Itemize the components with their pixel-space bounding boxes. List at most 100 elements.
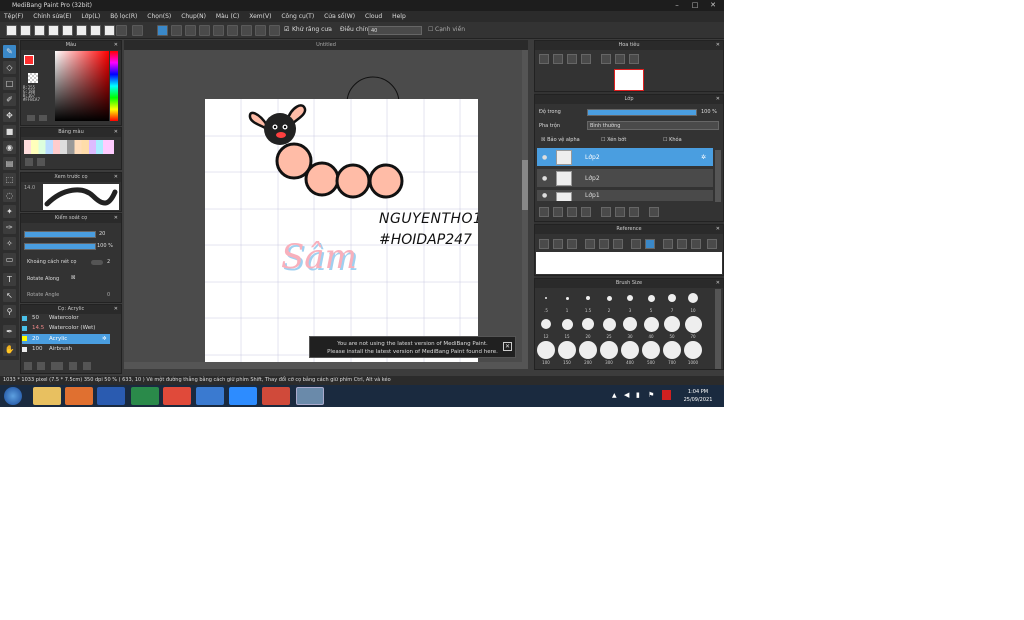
add-palette-icon[interactable] bbox=[25, 158, 33, 166]
actual-size-icon[interactable] bbox=[581, 54, 591, 64]
close-icon[interactable]: ✕ bbox=[716, 279, 720, 288]
circle-snap-icon[interactable] bbox=[227, 25, 238, 36]
menu-filter[interactable]: Bộ lọc(R) bbox=[106, 11, 141, 22]
parallel-snap-icon[interactable] bbox=[171, 25, 182, 36]
brush-size-preset[interactable] bbox=[668, 294, 676, 302]
brush-list-item[interactable]: 50 Watercolor bbox=[22, 314, 110, 323]
layer-scrollbar[interactable] bbox=[715, 150, 721, 202]
network-icon[interactable]: ▮ bbox=[636, 391, 640, 399]
lock-checkbox[interactable]: ☐ Khóa bbox=[663, 137, 682, 143]
copy-layer-icon[interactable] bbox=[553, 207, 563, 217]
update-notice[interactable]: You are not using the latest version of … bbox=[309, 336, 516, 358]
color-mode2-icon[interactable] bbox=[39, 115, 47, 121]
flip-icon[interactable] bbox=[615, 54, 625, 64]
brush-size-preset[interactable] bbox=[541, 319, 551, 329]
divide-tool-icon[interactable]: ▭ bbox=[3, 253, 16, 266]
chrome2-icon[interactable] bbox=[262, 387, 290, 405]
grid-snap-icon[interactable] bbox=[185, 25, 196, 36]
brush-size-preset[interactable] bbox=[579, 341, 597, 359]
clock[interactable]: 1:04 PM 25/09/2021 bbox=[676, 388, 720, 404]
ref-open-icon[interactable] bbox=[553, 239, 563, 249]
paste-icon[interactable] bbox=[90, 25, 101, 36]
ref-hand-icon[interactable] bbox=[645, 239, 655, 249]
brush-size-preset[interactable] bbox=[684, 341, 702, 359]
fill-rect-tool-icon[interactable]: ■ bbox=[3, 125, 16, 138]
open-file-icon[interactable] bbox=[20, 25, 31, 36]
close-icon[interactable]: ✕ bbox=[114, 214, 118, 223]
color-mode-icon[interactable] bbox=[27, 115, 35, 121]
minimize-button[interactable]: – bbox=[670, 0, 684, 11]
ref-eyedropper-icon[interactable] bbox=[631, 239, 641, 249]
cloud-icon[interactable] bbox=[34, 25, 45, 36]
flag-icon[interactable]: ⚑ bbox=[648, 391, 654, 399]
rect-tool-icon[interactable]: □ bbox=[3, 77, 16, 90]
blend-select[interactable]: Bình thường bbox=[587, 121, 719, 130]
adjust-select[interactable]: 40 bbox=[368, 26, 422, 35]
brush-list-item[interactable]: 100 Airbrush bbox=[22, 345, 110, 354]
lasso-tool-icon[interactable]: ◌ bbox=[3, 189, 16, 202]
menu-layer[interactable]: Lớp(L) bbox=[77, 11, 104, 22]
word-icon[interactable] bbox=[97, 387, 125, 405]
excel-icon[interactable] bbox=[131, 387, 159, 405]
brush-list-item-selected[interactable]: 20 Acrylic ✲ bbox=[22, 334, 110, 344]
brush-size-preset[interactable] bbox=[600, 341, 618, 359]
select-eraser-icon[interactable]: ✧ bbox=[3, 237, 16, 250]
ref-close-icon[interactable] bbox=[567, 239, 577, 249]
clip-checkbox[interactable]: ☐ Xén bớt bbox=[601, 137, 626, 143]
save-icon[interactable] bbox=[48, 25, 59, 36]
magic-wand-icon[interactable]: ✦ bbox=[3, 205, 16, 218]
spacing-slider[interactable] bbox=[91, 260, 103, 265]
ref-home-icon[interactable] bbox=[539, 239, 549, 249]
brush-size-preset[interactable] bbox=[643, 316, 659, 332]
menu-color[interactable]: Màu (C) bbox=[212, 11, 243, 22]
brush-list-item[interactable]: 14.5 Watercolor (Wet) bbox=[22, 324, 110, 333]
ref-zoom-in-icon[interactable] bbox=[585, 239, 595, 249]
folder-icon[interactable] bbox=[601, 207, 611, 217]
brush-tool-icon[interactable]: ✎ bbox=[3, 45, 16, 58]
brush-folder-icon[interactable] bbox=[69, 362, 77, 370]
chrome-icon[interactable] bbox=[163, 387, 191, 405]
curve-snap-icon[interactable] bbox=[241, 25, 252, 36]
secondary-color-swatch[interactable] bbox=[28, 73, 38, 83]
brush-size-preset[interactable] bbox=[664, 316, 680, 332]
hand-tool-icon[interactable]: ✋ bbox=[3, 343, 16, 356]
close-icon[interactable]: ✕ bbox=[114, 173, 118, 182]
cross-snap-icon[interactable] bbox=[199, 25, 210, 36]
radial-snap-icon[interactable] bbox=[213, 25, 224, 36]
rotate-right-icon[interactable] bbox=[629, 54, 639, 64]
navigator-thumbnail[interactable] bbox=[614, 69, 644, 91]
close-icon[interactable]: ✕ bbox=[716, 95, 720, 104]
redo-icon[interactable] bbox=[132, 25, 143, 36]
brush-size-preset[interactable] bbox=[663, 341, 681, 359]
brush-size-preset[interactable] bbox=[623, 317, 637, 331]
start-button[interactable] bbox=[4, 387, 22, 405]
add-brush-icon[interactable] bbox=[24, 362, 32, 370]
antivirus-icon[interactable] bbox=[662, 390, 671, 400]
zoom-in-icon[interactable] bbox=[539, 54, 549, 64]
menu-capture[interactable]: Chụp(N) bbox=[177, 11, 210, 22]
brush-size-preset[interactable] bbox=[565, 296, 569, 300]
eyedropper-tool-icon[interactable]: ⚲ bbox=[3, 305, 16, 318]
close-icon[interactable]: ✕ bbox=[716, 41, 720, 50]
rotate-left-icon[interactable] bbox=[601, 54, 611, 64]
antialias-checkbox[interactable]: ☑ bbox=[284, 26, 289, 33]
menu-file[interactable]: Tệp(F) bbox=[0, 11, 27, 22]
layer-menu-icon[interactable] bbox=[581, 207, 591, 217]
layer-row-selected[interactable]: ● Lớp2 ✲ bbox=[537, 148, 713, 167]
eraser-tool-icon[interactable]: ◇ bbox=[3, 61, 16, 74]
close-icon[interactable]: ✕ bbox=[503, 342, 512, 351]
brush-opacity-slider[interactable] bbox=[24, 243, 96, 250]
brush-size-preset[interactable] bbox=[602, 317, 616, 331]
ref-zoom-out-icon[interactable] bbox=[613, 239, 623, 249]
brush-size-preset[interactable] bbox=[582, 318, 594, 330]
brush-size-preset[interactable] bbox=[558, 341, 576, 359]
layer-row[interactable]: ● Lớp1 bbox=[537, 190, 713, 202]
menu-help[interactable]: Help bbox=[388, 11, 410, 22]
drawing-paper[interactable]: NGUYENTHO166 #HOIDAP247 Sâm bbox=[205, 99, 478, 362]
select-pen-icon[interactable]: ✑ bbox=[3, 221, 16, 234]
layer-row[interactable]: ● Lớp2 bbox=[537, 169, 713, 188]
close-icon[interactable]: ✕ bbox=[114, 305, 118, 314]
zoom-app-icon[interactable] bbox=[229, 387, 257, 405]
maximize-button[interactable]: □ bbox=[688, 0, 702, 11]
brush-size-preset[interactable] bbox=[537, 341, 555, 359]
